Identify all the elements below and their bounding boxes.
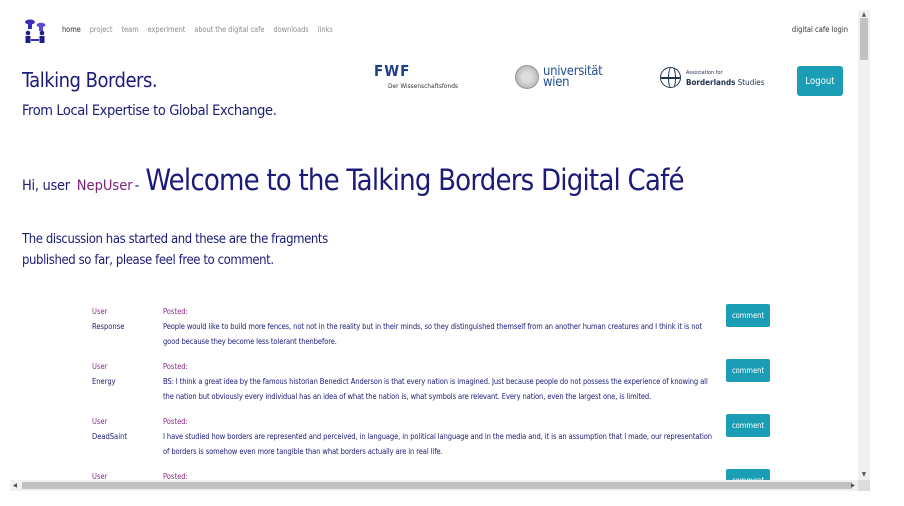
greeting: Hi, user [22,178,70,194]
fragment-row: User DeadSaint Posted: I have studied ho… [92,414,782,469]
horizontal-scroll-thumb[interactable] [22,482,852,489]
fragment-row: User Posted: comment [92,469,782,480]
scroll-left-icon[interactable]: ◀ [10,480,20,491]
comment-button[interactable]: comment [726,304,770,327]
vertical-scroll-thumb[interactable] [860,18,868,60]
top-nav: home project team experiment about the d… [0,0,858,60]
abs-rest-text: Studies [735,77,765,87]
nav-downloads[interactable]: downloads [273,25,308,34]
fragment-username: Response [92,322,125,331]
univie-seal-icon [515,65,539,89]
abs-bold-text: Borderlands [686,77,736,87]
nav-about[interactable]: about the digital cafe [194,25,264,34]
page-viewport: home project team experiment about the d… [0,0,858,480]
fragment-text: I have studied how borders are represent… [163,432,712,456]
posted-label: Posted: [163,307,188,316]
fragment-username: DeadSaint [92,432,127,441]
digital-cafe-login-link[interactable]: digital cafe login [792,25,848,34]
scroll-down-icon[interactable]: ▼ [858,470,870,480]
user-label: User [92,472,108,480]
scroll-right-icon[interactable]: ▶ [848,480,858,491]
nav-home[interactable]: home [62,25,81,34]
user-label: User [92,362,108,371]
comment-button[interactable]: comment [726,359,770,382]
username: NepUser [76,178,133,194]
fragments-list: User Response Posted: People would like … [92,304,782,480]
abs-logo[interactable]: Association for Borderlands Studies [660,67,764,88]
site-subtitle: From Local Expertise to Global Exchange. [22,103,277,119]
nav-links: home project team experiment about the d… [62,25,333,34]
nav-experiment[interactable]: experiment [148,25,186,34]
posted-label: Posted: [163,417,188,426]
fwf-logo[interactable]: FWF Der Wissenschaftsfonds [374,64,474,94]
abs-small-text: Association for [686,69,723,76]
vertical-scrollbar[interactable]: ▲ ▼ [858,10,870,480]
globe-icon [660,67,681,88]
horizontal-scrollbar[interactable]: ◀ ▶ [10,480,858,491]
site-title: Talking Borders. [22,68,158,92]
univie-logo[interactable]: universität wien [515,65,603,89]
fragment-username: Energy [92,377,116,386]
intro-text: The discussion has started and these are… [22,232,328,268]
nav-team[interactable]: team [121,25,138,34]
posted-label: Posted: [163,472,188,480]
fwf-mark: FWF [374,62,411,80]
fragment-text: BS: I think a great idea by the famous h… [163,377,708,401]
welcome-title: Welcome to the Talking Borders Digital C… [145,163,684,197]
user-label: User [92,307,108,316]
comment-button[interactable]: comment [726,414,770,437]
scrollbar-corner [858,480,870,491]
fragment-row: User Response Posted: People would like … [92,304,782,359]
logout-button[interactable]: Logout [797,66,843,96]
fragment-row: User Energy Posted: BS: I think a great … [92,359,782,414]
fragment-text: People would like to build more fences, … [163,322,702,346]
posted-label: Posted: [163,362,188,371]
comment-button[interactable]: comment [726,469,770,480]
fwf-subtitle: Der Wissenschaftsfonds [388,82,458,90]
user-label: User [92,417,108,426]
welcome-heading: Hi, user NepUser - Welcome to the Talkin… [22,163,685,197]
site-logo-icon[interactable] [22,17,48,43]
nav-project[interactable]: project [90,25,113,34]
nav-links-page[interactable]: links [318,25,333,34]
separator: - [134,178,140,194]
